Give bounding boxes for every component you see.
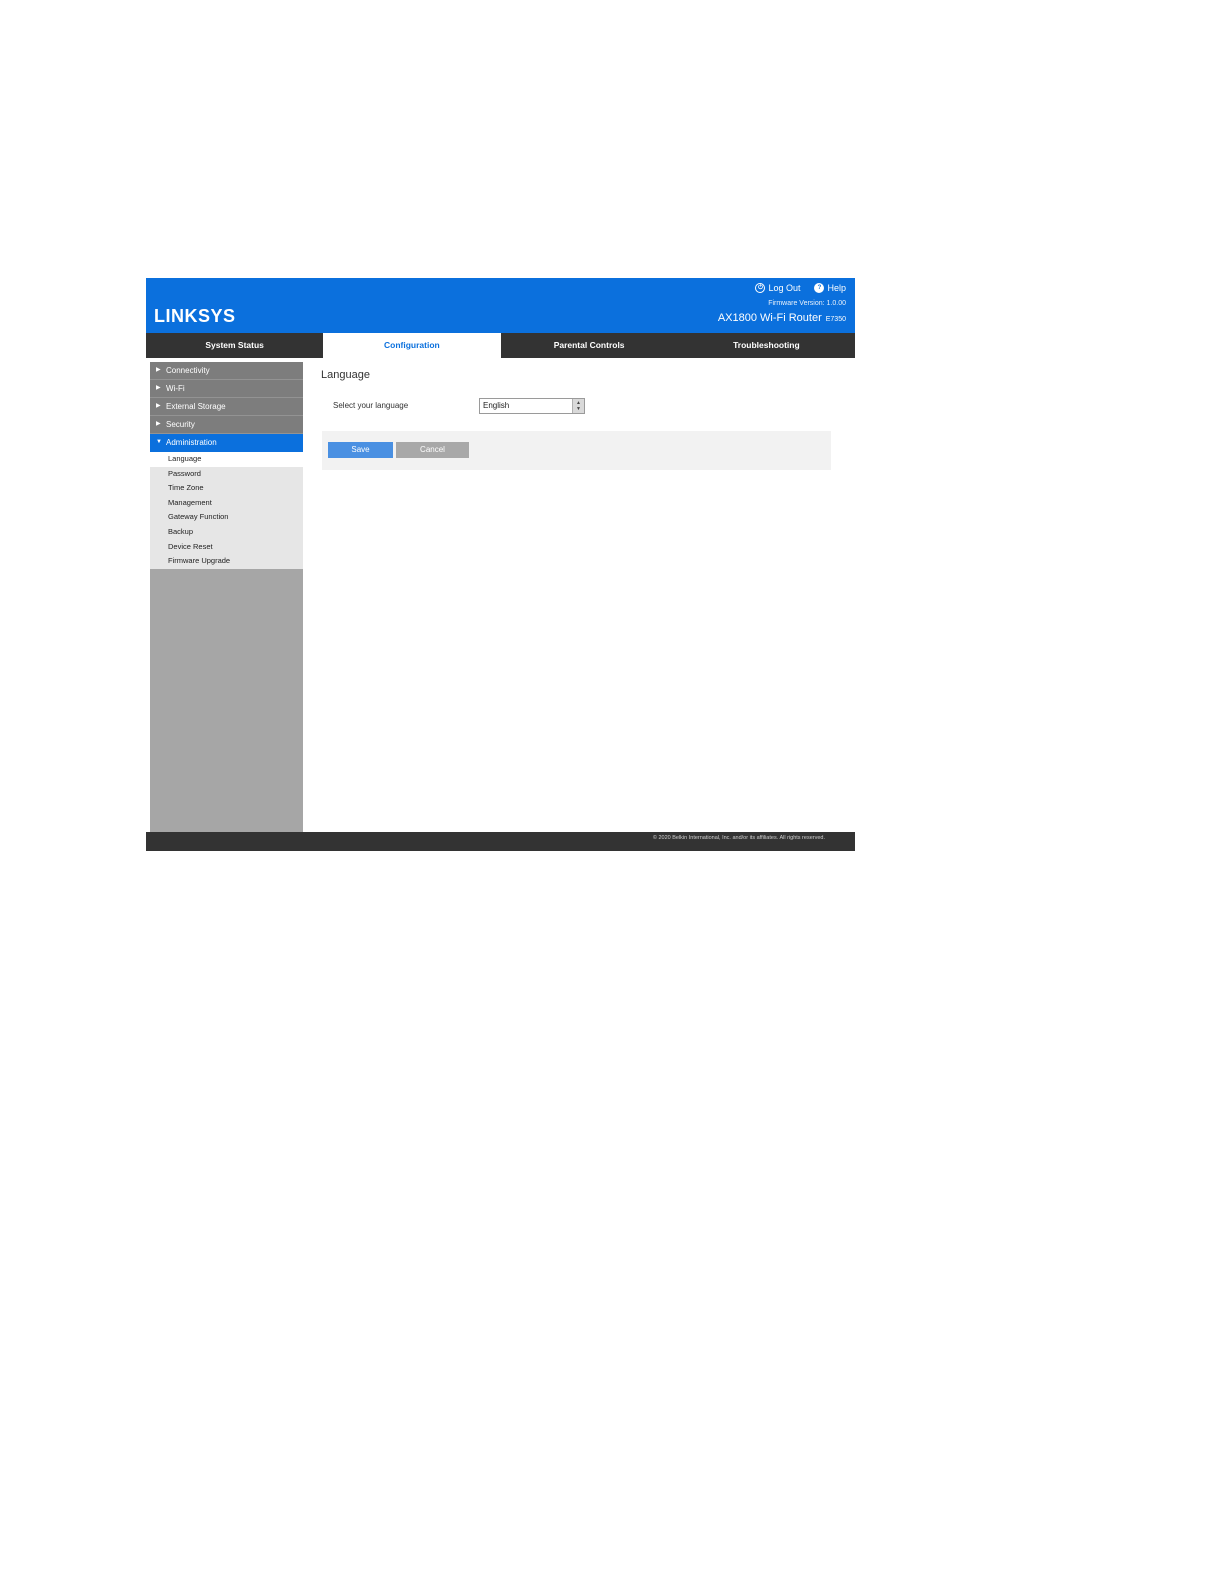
- sidebar-item-security[interactable]: ▶ Security: [150, 416, 303, 434]
- submenu-item-management[interactable]: Management: [150, 496, 303, 511]
- cancel-button[interactable]: Cancel: [396, 442, 469, 458]
- logout-link[interactable]: ⏻ Log Out: [755, 283, 800, 293]
- help-icon: ?: [814, 283, 825, 293]
- language-select-value: English: [483, 401, 510, 410]
- submenu-item-password[interactable]: Password: [150, 467, 303, 482]
- sidebar-item-label: Security: [166, 420, 195, 429]
- action-bar: Save Cancel: [322, 431, 831, 470]
- chevron-right-icon: ▶: [156, 367, 161, 373]
- page-title: Language: [321, 369, 370, 381]
- sidebar-item-label: Wi-Fi: [166, 384, 185, 393]
- submenu-item-language[interactable]: Language: [150, 452, 303, 467]
- router-name: AX1800 Wi-Fi Router: [717, 312, 822, 324]
- save-button[interactable]: Save: [328, 442, 393, 458]
- language-field-label: Select your language: [333, 401, 409, 410]
- chevron-down-icon: ▼: [156, 439, 162, 445]
- tab-parental-controls[interactable]: Parental Controls: [501, 333, 678, 358]
- sidebar-item-administration[interactable]: ▼ Administration: [150, 434, 303, 452]
- firmware-version: Firmware Version: 1.0.00: [768, 300, 846, 307]
- submenu-item-firmware-upgrade[interactable]: Firmware Upgrade: [150, 554, 303, 569]
- power-icon: ⏻: [755, 283, 766, 293]
- help-link[interactable]: ? Help: [814, 283, 846, 293]
- sidebar-item-wifi[interactable]: ▶ Wi-Fi: [150, 380, 303, 398]
- logout-label: Log Out: [768, 283, 801, 293]
- submenu-item-gateway-function[interactable]: Gateway Function: [150, 510, 303, 525]
- top-links: ⏻ Log Out ? Help: [755, 283, 846, 293]
- main-content: Language Select your language English ▲ ▼…: [303, 358, 855, 832]
- router-title: AX1800 Wi-Fi Router E7350: [718, 312, 846, 324]
- submenu-item-time-zone[interactable]: Time Zone: [150, 481, 303, 496]
- submenu-item-backup[interactable]: Backup: [150, 525, 303, 540]
- router-model: E7350: [825, 316, 846, 323]
- sidebar-item-label: Administration: [166, 438, 217, 447]
- language-select[interactable]: English ▲ ▼: [479, 398, 585, 414]
- sidebar-item-label: Connectivity: [166, 366, 210, 375]
- main-tabs: System Status Configuration Parental Con…: [146, 333, 855, 358]
- sidebar-item-external-storage[interactable]: ▶ External Storage: [150, 398, 303, 416]
- chevron-right-icon: ▶: [156, 421, 161, 427]
- up-down-arrows-icon: ▲ ▼: [572, 399, 584, 413]
- header-bar: LINKSYS ⏻ Log Out ? Help Firmware Versio…: [146, 278, 855, 333]
- router-admin-page: LINKSYS ⏻ Log Out ? Help Firmware Versio…: [146, 278, 855, 851]
- administration-submenu: Language Password Time Zone Management G…: [150, 452, 303, 569]
- submenu-item-device-reset[interactable]: Device Reset: [150, 540, 303, 555]
- footer-bar: © 2020 Belkin International, Inc. and/or…: [146, 832, 855, 851]
- tab-troubleshooting[interactable]: Troubleshooting: [678, 333, 855, 358]
- sidebar: ▶ Connectivity ▶ Wi-Fi ▶ External Storag…: [150, 362, 303, 832]
- help-label: Help: [827, 283, 846, 293]
- tab-system-status[interactable]: System Status: [146, 333, 323, 358]
- sidebar-item-connectivity[interactable]: ▶ Connectivity: [150, 362, 303, 380]
- sidebar-item-label: External Storage: [166, 402, 226, 411]
- copyright-text: © 2020 Belkin International, Inc. and/or…: [652, 835, 825, 841]
- linksys-logo: LINKSYS: [154, 306, 236, 326]
- chevron-right-icon: ▶: [156, 385, 161, 391]
- tab-configuration[interactable]: Configuration: [323, 333, 501, 358]
- chevron-right-icon: ▶: [156, 403, 161, 409]
